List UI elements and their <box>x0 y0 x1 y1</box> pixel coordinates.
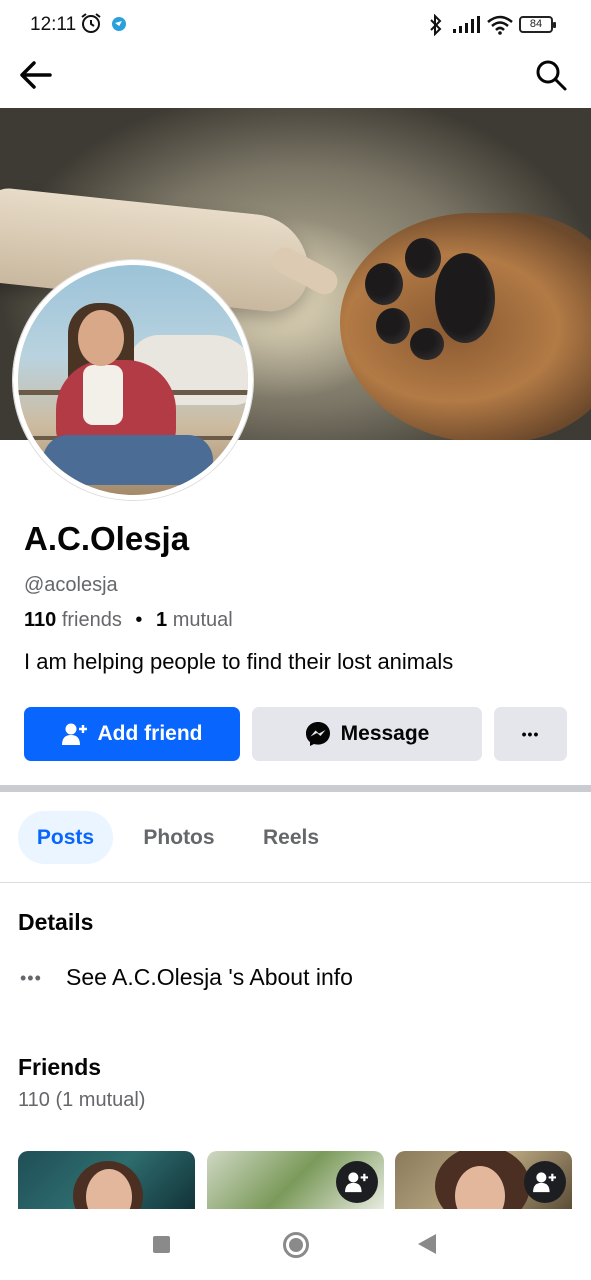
add-friend-label: Add friend <box>97 722 203 745</box>
add-friend-button[interactable]: Add friend <box>24 707 240 761</box>
more-dots-icon: ••• <box>521 726 540 742</box>
friends-summary[interactable]: 110 friends • 1 mutual <box>24 609 233 632</box>
home-icon[interactable] <box>283 1232 309 1258</box>
back-triangle-icon[interactable] <box>418 1234 436 1254</box>
about-dots-icon: ••• <box>20 968 42 988</box>
wifi-icon <box>487 15 513 35</box>
battery-icon: 84 <box>519 16 556 33</box>
friend-thumbnail[interactable] <box>207 1151 384 1209</box>
message-button[interactable]: Message <box>252 707 482 761</box>
tab-posts[interactable]: Posts <box>18 811 113 864</box>
paw-pad <box>435 253 495 343</box>
telegram-icon <box>112 17 126 31</box>
section-divider <box>0 785 591 792</box>
details-title: Details <box>18 909 94 935</box>
status-time: 12:11 <box>30 14 77 35</box>
mutual-count: 1 <box>156 609 168 631</box>
friend-thumbnail[interactable] <box>18 1151 195 1209</box>
status-bar: 12:11 84 <box>0 0 591 50</box>
paw-pad <box>405 238 441 278</box>
bluetooth-icon <box>430 14 442 36</box>
friends-count: 110 <box>24 609 57 631</box>
search-icon[interactable] <box>534 58 568 92</box>
friends-title: Friends <box>18 1054 102 1080</box>
messenger-icon <box>305 722 330 746</box>
avatar-legs <box>43 435 213 485</box>
profile-name: A.C.Olesja <box>24 520 190 557</box>
paw-pad <box>365 263 403 305</box>
profile-bio: I am helping people to find their lost a… <box>24 649 454 674</box>
back-arrow-icon[interactable] <box>18 58 54 92</box>
profile-avatar[interactable] <box>13 260 253 500</box>
separator-dot: • <box>135 609 143 631</box>
alarm-icon <box>81 13 101 33</box>
about-info-link[interactable]: See A.C.Olesja 's About info <box>66 964 353 991</box>
more-options-button[interactable]: ••• <box>494 707 567 761</box>
mutual-word: mutual <box>172 609 233 631</box>
avatar-head <box>78 310 124 366</box>
message-label: Message <box>340 722 430 745</box>
tab-reels[interactable]: Reels <box>250 811 332 864</box>
avatar-shirt <box>83 365 123 425</box>
profile-username: @acolesja <box>24 574 118 596</box>
paw-pad <box>410 328 444 360</box>
battery-level: 84 <box>529 18 543 30</box>
friends-word: friends <box>61 609 122 631</box>
recent-apps-icon[interactable] <box>153 1236 170 1253</box>
profile-page: 12:11 84 A.C.Olesja @acolesja 110 friend… <box>0 0 591 1280</box>
tabs-divider <box>0 882 591 883</box>
friend-thumbnail[interactable] <box>395 1151 572 1209</box>
add-friend-icon[interactable] <box>524 1161 566 1203</box>
add-friend-icon[interactable] <box>336 1161 378 1203</box>
tab-photos[interactable]: Photos <box>133 811 225 864</box>
add-friend-icon <box>61 723 87 745</box>
cover-paw <box>340 213 591 440</box>
paw-pad <box>376 308 410 344</box>
signal-icon <box>453 16 480 33</box>
friends-count-text: 110 (1 mutual) <box>18 1089 146 1111</box>
